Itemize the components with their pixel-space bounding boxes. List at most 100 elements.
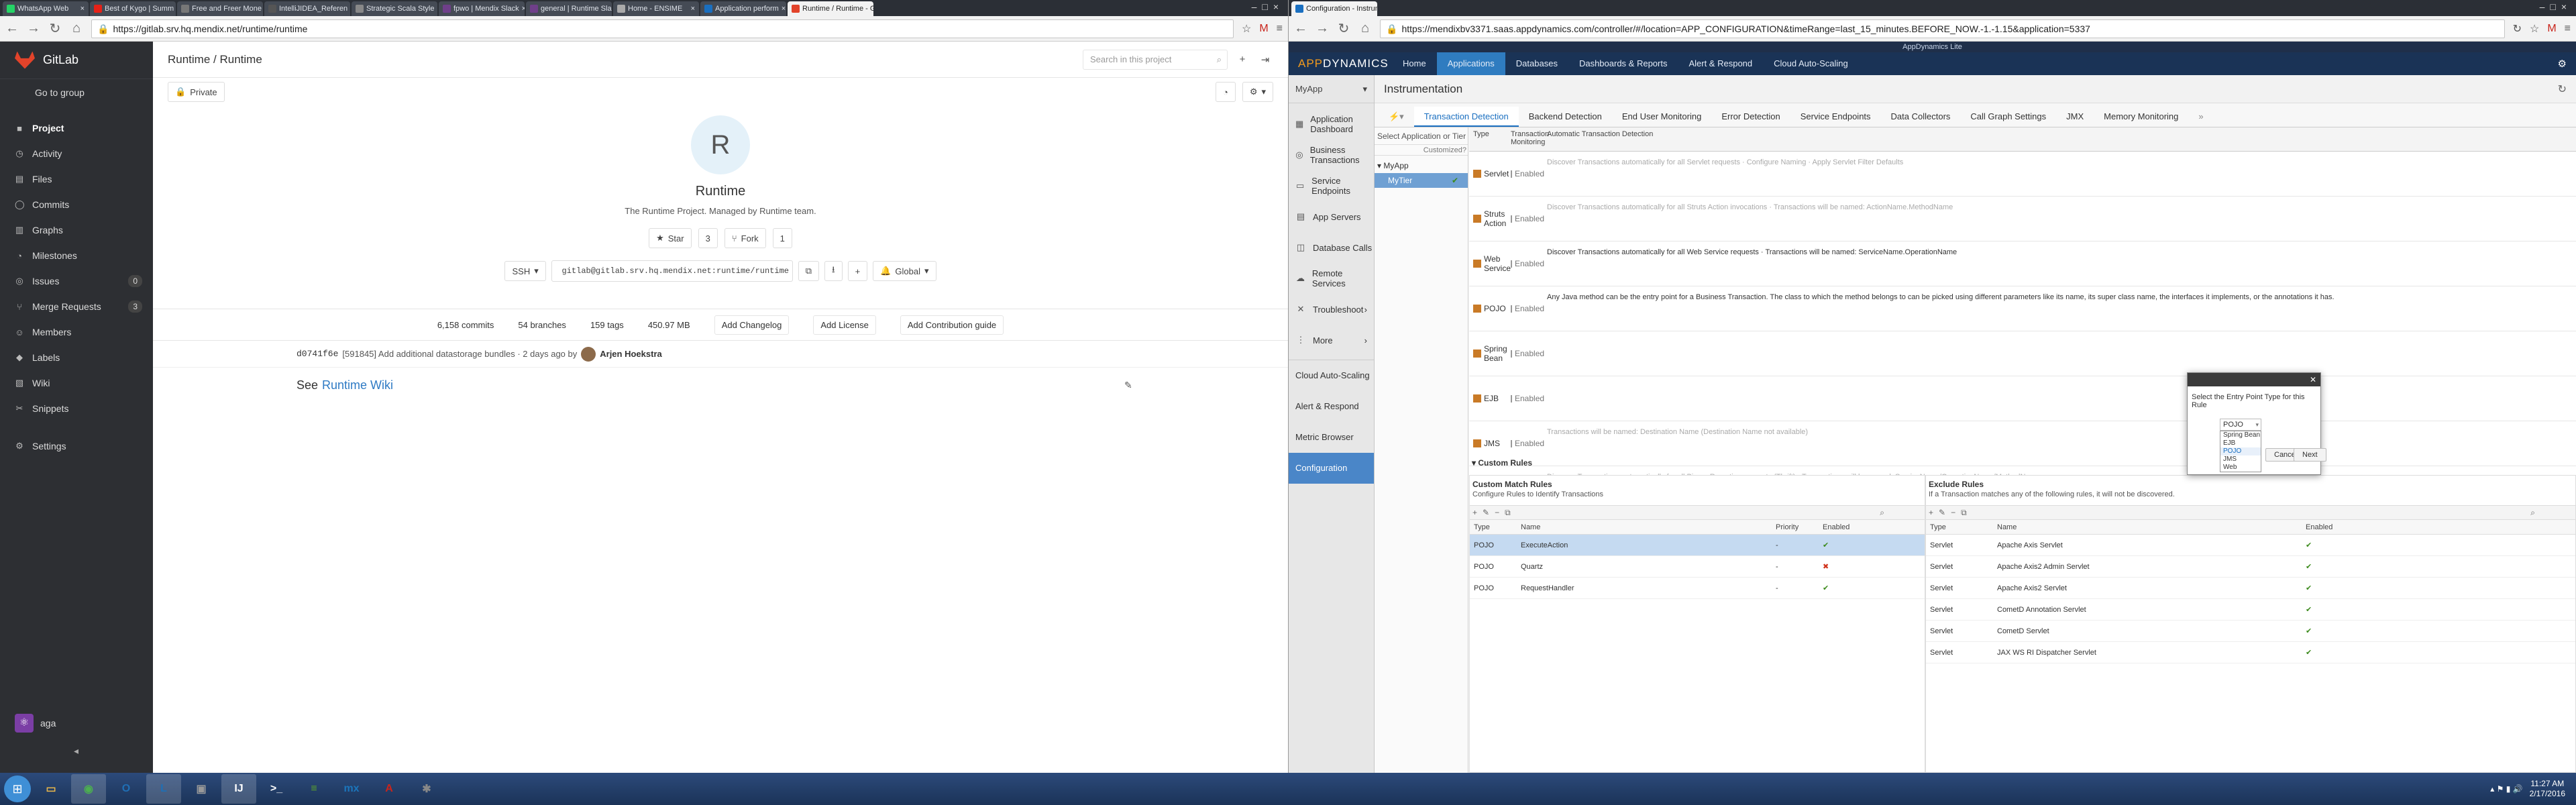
tools-icon[interactable]: ✱ — [409, 774, 444, 804]
copy-button[interactable]: ⧉ — [798, 261, 820, 281]
reload-icon[interactable]: ↻ — [1337, 20, 1350, 37]
nav-alert-respond[interactable]: Alert & Respond — [1678, 52, 1763, 75]
sign-out-icon[interactable]: ⇥ — [1257, 54, 1273, 66]
tab-backend-detection[interactable]: Backend Detection — [1519, 107, 1612, 127]
enabled-checkbox[interactable] — [1511, 350, 1512, 358]
option-spring-bean[interactable]: Spring Bean — [2220, 431, 2261, 439]
gear-icon[interactable]: ⚙ — [2558, 58, 2567, 70]
download-button[interactable]: ⭳ — [824, 261, 843, 281]
tab-end-user-monitoring[interactable]: End User Monitoring — [1612, 107, 1712, 127]
sidebar-item-merge-requests[interactable]: ⑂ Merge Requests 3 — [0, 294, 153, 319]
intellij-icon[interactable]: IJ — [221, 774, 256, 804]
browser-tab[interactable]: IntelliJIDEA_Referen× — [264, 1, 350, 16]
appd-logo[interactable]: APPDYNAMICS — [1298, 57, 1392, 70]
settings-dropdown[interactable]: ⚙ ▾ — [1242, 82, 1273, 102]
table-row[interactable]: POJO ExecuteAction - ✔ — [1470, 535, 1925, 556]
enabled-checkbox[interactable] — [1511, 170, 1512, 178]
close-tab-icon[interactable]: × — [782, 1, 786, 16]
close-icon[interactable]: ✕ — [2310, 375, 2316, 384]
sidebar-item-application-dashboard[interactable]: ▦ Application Dashboard — [1289, 109, 1374, 140]
new-project-icon[interactable]: + — [1234, 54, 1250, 65]
browser-tab[interactable]: Runtime / Runtime - G× — [788, 1, 873, 16]
bookmark-star-icon[interactable]: ☆ — [2530, 22, 2539, 36]
add-license-button[interactable]: Add License — [813, 315, 876, 335]
forward-icon[interactable]: → — [27, 21, 40, 36]
sidebar-item-commits[interactable]: ◯ Commits — [0, 192, 153, 217]
nav-cloud-auto-scaling[interactable]: Cloud Auto-Scaling — [1763, 52, 1859, 75]
edit-pencil-icon[interactable]: ✎ — [1124, 380, 1132, 391]
commit-author[interactable]: Arjen Hoekstra — [600, 349, 661, 359]
tags-count[interactable]: 159 tags — [590, 320, 624, 330]
url-input[interactable]: 🔒 https://gitlab.srv.hq.mendix.net/runtim… — [91, 19, 1234, 38]
browser-tab[interactable]: general | Runtime Sla× — [526, 1, 612, 16]
home-icon[interactable]: ⌂ — [70, 21, 83, 36]
nav-dashboards-reports[interactable]: Dashboards & Reports — [1568, 52, 1678, 75]
gmail-icon[interactable]: M — [2547, 23, 2556, 35]
sidebar-item-milestones[interactable]: ◔ Milestones — [0, 243, 153, 268]
add-icon[interactable]: + — [1929, 508, 1933, 517]
bookmark-star-icon[interactable]: ☆ — [1242, 22, 1251, 36]
forward-icon[interactable]: → — [1316, 21, 1329, 36]
sidebar-item-issues[interactable]: ◎ Issues 0 — [0, 268, 153, 294]
sidebar-item-app-servers[interactable]: ▤ App Servers — [1289, 201, 1374, 232]
tree-node-app[interactable]: ▾ MyApp — [1375, 158, 1468, 173]
option-ejb[interactable]: EJB — [2220, 439, 2261, 447]
sidebar-item-more[interactable]: ⋮ More › — [1289, 325, 1374, 356]
remove-icon[interactable]: − — [1951, 508, 1955, 517]
reload-page-icon[interactable]: ↻ — [2513, 22, 2522, 36]
tab-memory-monitoring[interactable]: Memory Monitoring — [2094, 107, 2188, 127]
copy-icon[interactable]: ⧉ — [1961, 508, 1967, 518]
table-row[interactable]: POJO RequestHandler - ✔ — [1470, 578, 1925, 599]
chrome-icon[interactable]: ◉ — [71, 774, 106, 804]
enabled-checkbox[interactable] — [1511, 215, 1512, 223]
nav-databases[interactable]: Databases — [1505, 52, 1568, 75]
notification-dropdown[interactable]: 🔔 Global ▾ — [873, 261, 936, 281]
more-tabs-icon[interactable]: » — [2188, 107, 2213, 127]
clone-protocol-dropdown[interactable]: SSH ▾ — [504, 261, 546, 281]
menu-icon[interactable]: ≡ — [2565, 23, 2571, 35]
sidebar-item-service-endpoints[interactable]: ▭ Service Endpoints — [1289, 170, 1374, 201]
option-jms[interactable]: JMS — [2220, 455, 2261, 464]
menu-icon[interactable]: ≡ — [1277, 23, 1283, 35]
browser-tab[interactable]: Strategic Scala Style× — [352, 1, 437, 16]
breadcrumb[interactable]: Runtime / Runtime — [168, 53, 262, 66]
enabled-checkbox[interactable] — [1511, 305, 1512, 313]
star-count[interactable]: 3 — [698, 228, 718, 248]
start-button[interactable]: ⊞ — [4, 775, 31, 802]
sidebar-item-files[interactable]: ▤ Files — [0, 166, 153, 192]
next-button[interactable]: Next — [2294, 448, 2326, 462]
home-icon[interactable]: ⌂ — [1358, 21, 1372, 36]
commit-sha[interactable]: d0741f6e — [297, 349, 338, 359]
refresh-icon[interactable]: ↻ — [2558, 83, 2567, 96]
sidebar-section-alert-respond[interactable]: Alert & Respond — [1289, 391, 1374, 422]
search-icon[interactable]: ⌕ — [2530, 508, 2535, 518]
entry-point-select[interactable]: POJO ▾ — [2220, 419, 2261, 431]
add-changelog-button[interactable]: Add Changelog — [714, 315, 790, 335]
vm-icon[interactable]: ▣ — [184, 774, 219, 804]
table-row[interactable]: Servlet JAX WS RI Dispatcher Servlet ✔ — [1926, 642, 2575, 663]
browser-tab[interactable]: WhatsApp Web × — [3, 1, 89, 16]
sidebar-item-settings[interactable]: ⚙ Settings — [0, 433, 153, 459]
option-pojo[interactable]: POJO — [2220, 447, 2261, 455]
fork-button[interactable]: ⑂ Fork — [724, 228, 766, 248]
tab-service-endpoints[interactable]: Service Endpoints — [1790, 107, 1881, 127]
copy-icon[interactable]: ⧉ — [1505, 508, 1511, 518]
close-tab-icon[interactable]: × — [80, 1, 85, 16]
sidebar-item-graphs[interactable]: ▥ Graphs — [0, 217, 153, 243]
browser-tab[interactable]: Configuration - Instrume× — [1291, 1, 1377, 16]
sidebar-item-labels[interactable]: ◆ Labels — [0, 345, 153, 370]
custom-rules-header[interactable]: ▾ Custom Rules — [1469, 453, 2576, 472]
sidebar-item-activity[interactable]: ◷ Activity — [0, 141, 153, 166]
acrobat-icon[interactable]: A — [372, 774, 407, 804]
terminal-icon[interactable]: >_ — [259, 774, 294, 804]
clock[interactable]: 11:27 AM 2/17/2016 — [2530, 779, 2565, 799]
sidebar-item-business-transactions[interactable]: ◎ Business Transactions — [1289, 140, 1374, 170]
collapse-sidebar-icon[interactable]: ◂ — [74, 745, 78, 757]
enabled-checkbox[interactable] — [1511, 439, 1512, 447]
branches-count[interactable]: 54 branches — [518, 320, 566, 330]
table-row[interactable]: Servlet CometD Annotation Servlet ✔ — [1926, 599, 2575, 621]
tab-call-graph-settings[interactable]: Call Graph Settings — [1960, 107, 2056, 127]
user-menu[interactable]: ⚛ aga — [15, 714, 56, 733]
sidebar-item-snippets[interactable]: ✂ Snippets — [0, 396, 153, 421]
tab-data-collectors[interactable]: Data Collectors — [1881, 107, 1961, 127]
